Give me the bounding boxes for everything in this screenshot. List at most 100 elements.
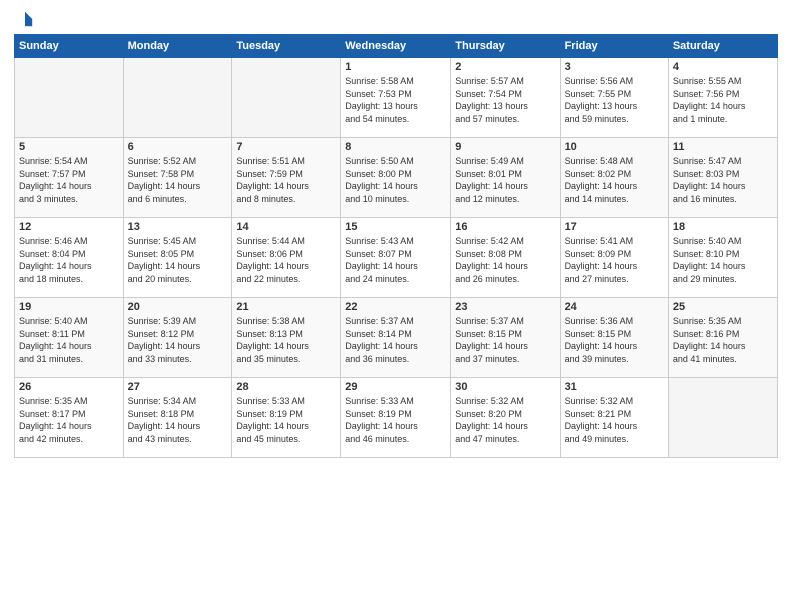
calendar-table: SundayMondayTuesdayWednesdayThursdayFrid… xyxy=(14,34,778,458)
day-info: Sunrise: 5:32 AMSunset: 8:20 PMDaylight:… xyxy=(455,395,555,445)
logo-icon xyxy=(16,10,34,28)
day-info: Sunrise: 5:37 AMSunset: 8:15 PMDaylight:… xyxy=(455,315,555,365)
day-number: 30 xyxy=(455,381,555,393)
calendar-day-cell: 14 Sunrise: 5:44 AMSunset: 8:06 PMDayligh… xyxy=(232,218,341,298)
calendar-day-cell xyxy=(123,58,232,138)
day-info: Sunrise: 5:55 AMSunset: 7:56 PMDaylight:… xyxy=(673,75,773,125)
calendar-day-cell: 27Sunrise: 5:34 AMSunset: 8:18 PMDayligh… xyxy=(123,378,232,458)
weekday-header: Tuesday xyxy=(232,35,341,58)
calendar-day-cell: 7 Sunrise: 5:51 AMSunset: 7:59 PMDaylight… xyxy=(232,138,341,218)
day-number: 7 xyxy=(236,141,336,153)
calendar-day-cell: 18 Sunrise: 5:40 AMSunset: 8:10 PMDayligh… xyxy=(668,218,777,298)
day-info: Sunrise: 5:40 AMSunset: 8:10 PMDaylight:… xyxy=(673,235,773,285)
day-number: 17 xyxy=(565,221,664,233)
calendar-day-cell xyxy=(15,58,124,138)
day-info: Sunrise: 5:42 AMSunset: 8:08 PMDaylight:… xyxy=(455,235,555,285)
day-info: Sunrise: 5:43 AMSunset: 8:07 PMDaylight:… xyxy=(345,235,446,285)
calendar-day-cell: 26 Sunrise: 5:35 AMSunset: 8:17 PMDayligh… xyxy=(15,378,124,458)
calendar-header-row: SundayMondayTuesdayWednesdayThursdayFrid… xyxy=(15,35,778,58)
day-number: 24 xyxy=(565,301,664,313)
day-info: Sunrise: 5:51 AMSunset: 7:59 PMDaylight:… xyxy=(236,155,336,205)
page: SundayMondayTuesdayWednesdayThursdayFrid… xyxy=(0,0,792,612)
day-number: 3 xyxy=(565,61,664,73)
day-number: 9 xyxy=(455,141,555,153)
logo xyxy=(14,10,34,28)
calendar-day-cell: 4 Sunrise: 5:55 AMSunset: 7:56 PMDaylight… xyxy=(668,58,777,138)
weekday-header: Friday xyxy=(560,35,668,58)
header xyxy=(14,10,778,28)
calendar-day-cell: 12 Sunrise: 5:46 AMSunset: 8:04 PMDayligh… xyxy=(15,218,124,298)
calendar-day-cell: 10 Sunrise: 5:48 AMSunset: 8:02 PMDayligh… xyxy=(560,138,668,218)
day-info: Sunrise: 5:56 AMSunset: 7:55 PMDaylight:… xyxy=(565,75,664,125)
day-number: 12 xyxy=(19,221,119,233)
calendar-day-cell: 8 Sunrise: 5:50 AMSunset: 8:00 PMDaylight… xyxy=(341,138,451,218)
day-number: 18 xyxy=(673,221,773,233)
calendar-week-row: 1Sunrise: 5:58 AMSunset: 7:53 PMDaylight… xyxy=(15,58,778,138)
calendar-day-cell: 30 Sunrise: 5:32 AMSunset: 8:20 PMDayligh… xyxy=(451,378,560,458)
calendar-day-cell: 16 Sunrise: 5:42 AMSunset: 8:08 PMDayligh… xyxy=(451,218,560,298)
day-number: 23 xyxy=(455,301,555,313)
day-number: 5 xyxy=(19,141,119,153)
calendar-day-cell: 11 Sunrise: 5:47 AMSunset: 8:03 PMDayligh… xyxy=(668,138,777,218)
day-info: Sunrise: 5:37 AMSunset: 8:14 PMDaylight:… xyxy=(345,315,446,365)
day-number: 19 xyxy=(19,301,119,313)
calendar-week-row: 12 Sunrise: 5:46 AMSunset: 8:04 PMDayligh… xyxy=(15,218,778,298)
day-number: 16 xyxy=(455,221,555,233)
day-info: Sunrise: 5:33 AMSunset: 8:19 PMDaylight:… xyxy=(345,395,446,445)
day-number: 2 xyxy=(455,61,555,73)
calendar-day-cell: 19 Sunrise: 5:40 AMSunset: 8:11 PMDayligh… xyxy=(15,298,124,378)
day-number: 14 xyxy=(236,221,336,233)
weekday-header: Wednesday xyxy=(341,35,451,58)
day-number: 6 xyxy=(128,141,228,153)
day-number: 8 xyxy=(345,141,446,153)
day-number: 26 xyxy=(19,381,119,393)
calendar-day-cell: 29 Sunrise: 5:33 AMSunset: 8:19 PMDayligh… xyxy=(341,378,451,458)
day-number: 21 xyxy=(236,301,336,313)
day-info: Sunrise: 5:52 AMSunset: 7:58 PMDaylight:… xyxy=(128,155,228,205)
day-info: Sunrise: 5:32 AMSunset: 8:21 PMDaylight:… xyxy=(565,395,664,445)
day-number: 10 xyxy=(565,141,664,153)
calendar-day-cell: 21 Sunrise: 5:38 AMSunset: 8:13 PMDayligh… xyxy=(232,298,341,378)
calendar-day-cell: 20Sunrise: 5:39 AMSunset: 8:12 PMDayligh… xyxy=(123,298,232,378)
calendar-day-cell: 3 Sunrise: 5:56 AMSunset: 7:55 PMDaylight… xyxy=(560,58,668,138)
calendar-week-row: 26 Sunrise: 5:35 AMSunset: 8:17 PMDayligh… xyxy=(15,378,778,458)
day-number: 27 xyxy=(128,381,228,393)
calendar-day-cell: 22 Sunrise: 5:37 AMSunset: 8:14 PMDayligh… xyxy=(341,298,451,378)
weekday-header: Saturday xyxy=(668,35,777,58)
calendar-day-cell: 5 Sunrise: 5:54 AMSunset: 7:57 PMDaylight… xyxy=(15,138,124,218)
day-number: 13 xyxy=(128,221,228,233)
calendar-day-cell: 28Sunrise: 5:33 AMSunset: 8:19 PMDayligh… xyxy=(232,378,341,458)
day-info: Sunrise: 5:48 AMSunset: 8:02 PMDaylight:… xyxy=(565,155,664,205)
day-info: Sunrise: 5:35 AMSunset: 8:16 PMDaylight:… xyxy=(673,315,773,365)
day-info: Sunrise: 5:39 AMSunset: 8:12 PMDaylight:… xyxy=(128,315,228,365)
day-number: 22 xyxy=(345,301,446,313)
day-info: Sunrise: 5:44 AMSunset: 8:06 PMDaylight:… xyxy=(236,235,336,285)
weekday-header: Thursday xyxy=(451,35,560,58)
calendar-day-cell: 25Sunrise: 5:35 AMSunset: 8:16 PMDayligh… xyxy=(668,298,777,378)
calendar-day-cell: 23 Sunrise: 5:37 AMSunset: 8:15 PMDayligh… xyxy=(451,298,560,378)
calendar-week-row: 19 Sunrise: 5:40 AMSunset: 8:11 PMDayligh… xyxy=(15,298,778,378)
weekday-header: Sunday xyxy=(15,35,124,58)
day-info: Sunrise: 5:47 AMSunset: 8:03 PMDaylight:… xyxy=(673,155,773,205)
day-info: Sunrise: 5:40 AMSunset: 8:11 PMDaylight:… xyxy=(19,315,119,365)
day-info: Sunrise: 5:45 AMSunset: 8:05 PMDaylight:… xyxy=(128,235,228,285)
day-number: 1 xyxy=(345,61,446,73)
day-info: Sunrise: 5:57 AMSunset: 7:54 PMDaylight:… xyxy=(455,75,555,125)
day-info: Sunrise: 5:33 AMSunset: 8:19 PMDaylight:… xyxy=(236,395,336,445)
day-info: Sunrise: 5:35 AMSunset: 8:17 PMDaylight:… xyxy=(19,395,119,445)
day-number: 29 xyxy=(345,381,446,393)
day-number: 4 xyxy=(673,61,773,73)
calendar-day-cell xyxy=(668,378,777,458)
day-number: 31 xyxy=(565,381,664,393)
calendar-day-cell: 31 Sunrise: 5:32 AMSunset: 8:21 PMDayligh… xyxy=(560,378,668,458)
day-info: Sunrise: 5:54 AMSunset: 7:57 PMDaylight:… xyxy=(19,155,119,205)
weekday-header: Monday xyxy=(123,35,232,58)
calendar-week-row: 5 Sunrise: 5:54 AMSunset: 7:57 PMDaylight… xyxy=(15,138,778,218)
day-number: 15 xyxy=(345,221,446,233)
day-info: Sunrise: 5:38 AMSunset: 8:13 PMDaylight:… xyxy=(236,315,336,365)
day-info: Sunrise: 5:46 AMSunset: 8:04 PMDaylight:… xyxy=(19,235,119,285)
calendar-day-cell: 2 Sunrise: 5:57 AMSunset: 7:54 PMDaylight… xyxy=(451,58,560,138)
day-info: Sunrise: 5:50 AMSunset: 8:00 PMDaylight:… xyxy=(345,155,446,205)
day-info: Sunrise: 5:49 AMSunset: 8:01 PMDaylight:… xyxy=(455,155,555,205)
day-number: 11 xyxy=(673,141,773,153)
